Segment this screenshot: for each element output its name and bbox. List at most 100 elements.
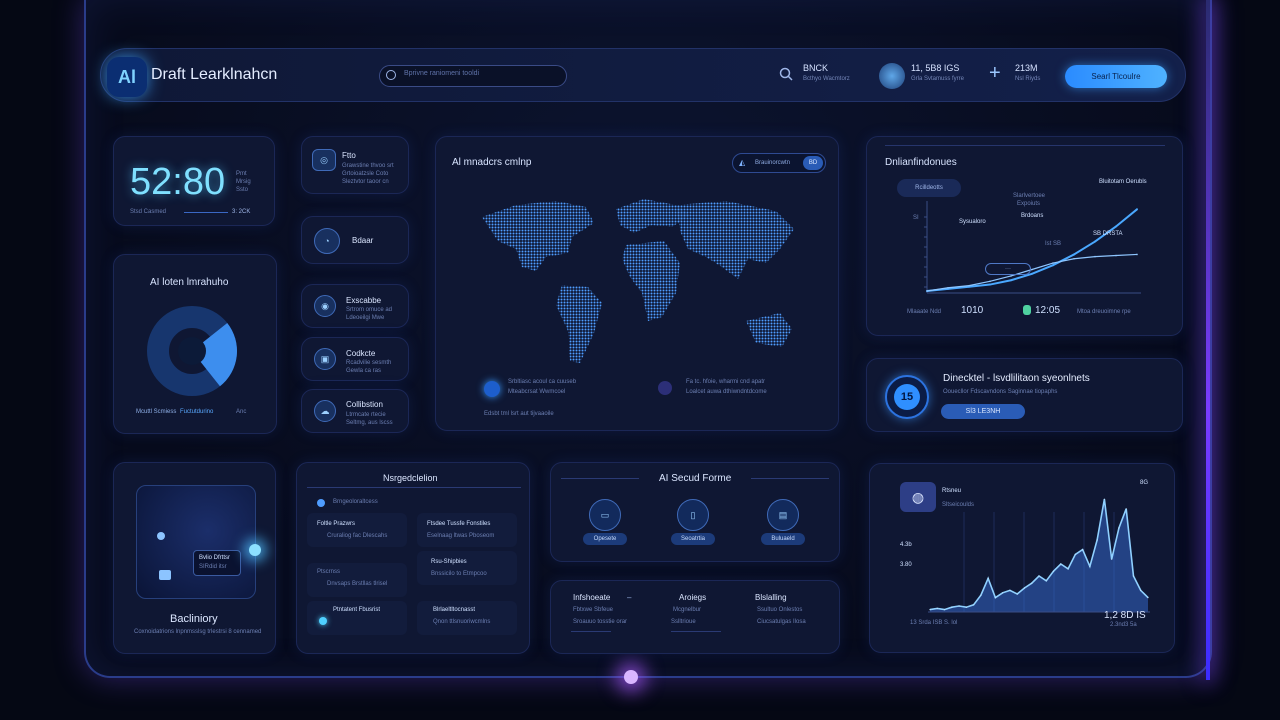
map-note: Mteabcrsat Wwmcoel — [508, 389, 566, 395]
app-logo-icon[interactable]: Al — [107, 57, 147, 97]
area-value: 1,2 8D IS — [1104, 610, 1146, 621]
y-tick: 3.80 — [900, 562, 912, 568]
nav-tile-title: Ptntatent Fbusrist — [333, 607, 381, 613]
badge-ring: 15 — [885, 375, 929, 419]
notice-card: 15 Dinecktel - lsvdlilitaon syeonlnets O… — [866, 358, 1183, 432]
menu-item-4-line: Gewla ca ras — [346, 368, 382, 374]
nav-tile[interactable]: Ftsdee Tussfe Fonstiles Eselnaag ltwas P… — [417, 513, 517, 547]
line-point — [1073, 253, 1075, 256]
area-point — [1089, 565, 1091, 567]
map-toggle[interactable]: ◭ Brauinorcwtn BD — [732, 153, 826, 173]
navigation-title: Nsrgedclelion — [383, 473, 438, 483]
nav-tile-sub: Cruraliog fac Dlescahs — [327, 533, 388, 539]
map-note: Edsbt tml lsrt aut tijvaaoile — [484, 411, 554, 417]
search-input[interactable]: Bprivne raniomeni tooldi — [379, 65, 567, 87]
menu-item-1-line: Grtoioatzsle Coto — [342, 171, 389, 177]
clock-side-1: Pmt — [236, 171, 247, 177]
dot-icon — [317, 499, 325, 507]
nav-tile-sub: Qnon ttlsnuoriwcmlns — [433, 619, 491, 625]
chevron-down-icon[interactable]: – — [627, 593, 631, 602]
donut-legend-1: Mcuttl Scmiess — [136, 409, 177, 415]
area-value-sub: 2.3nd3 5a — [1110, 622, 1137, 628]
area-point — [1067, 568, 1069, 570]
node-icon — [159, 570, 171, 580]
chat-box-icon[interactable]: ▤ — [767, 499, 799, 531]
chart-foot: Mlaaate Ndd — [907, 309, 942, 315]
area-point — [965, 606, 967, 608]
clock-side-3: Ssto — [236, 187, 249, 193]
nav-tile-sub: Bnssicilo to Etmpcoo — [431, 571, 487, 577]
menu-item-2[interactable]: ◔ Bdaar — [301, 216, 409, 264]
line-point — [1052, 262, 1054, 264]
divider — [184, 212, 228, 213]
plus-icon[interactable]: + — [989, 63, 1001, 83]
nav-item[interactable]: Brngeoloraltcess — [333, 499, 378, 505]
divider — [571, 631, 611, 632]
area-point — [1023, 587, 1026, 589]
area-point — [929, 609, 931, 611]
nav-tile-title: Ptscrnss — [317, 569, 341, 575]
menu-item-5[interactable]: ☁ Collibstion Ltrmcate rtecie Seltmg, au… — [301, 389, 409, 433]
top-header: Al Draft Learklnahcn Bprivne raniomeni t… — [100, 48, 1186, 102]
nav-tile[interactable]: Rsu-Shipbies Bnssicilo to Etmpcoo — [417, 551, 517, 585]
area-point — [1002, 592, 1004, 594]
tool-button[interactable]: Buluaeld — [761, 533, 805, 545]
chart-label: Bluitotam Oerubls — [1099, 179, 1147, 185]
line-point — [926, 290, 928, 292]
nav-tile[interactable]: Blrlaeltltocnasst Qnon ttlsnuoriwcmlns — [417, 601, 517, 635]
line-point — [1073, 257, 1075, 260]
header-action-button[interactable]: Searl Tlcoulre — [1065, 65, 1167, 88]
filter-chip[interactable]: Rcilldeotts — [897, 179, 961, 197]
area-point — [1111, 558, 1113, 560]
nav-tile[interactable]: Foltle Prazwrs Cruraliog fac Dlescahs — [307, 513, 407, 547]
divider — [307, 487, 521, 488]
menu-item-4[interactable]: ▣ Codkcte Rcadvilie sesmth Gewla ca ras — [301, 337, 409, 381]
tool-button[interactable]: Opesete — [583, 533, 627, 545]
chart-label: Ist SB — [1045, 241, 1062, 247]
user-avatar[interactable] — [879, 63, 905, 89]
menu-item-4-line: Rcadvilie sesmth — [346, 360, 392, 366]
table-header: Infshoeate — [573, 593, 611, 602]
world-map — [482, 199, 794, 363]
table-cell: Sroauuo tosstie orar — [573, 619, 628, 625]
world-map-card: Al mnadcrs cmlnp ◭ Brauinorcwtn BD Srblt… — [435, 136, 839, 431]
table-card: Infshoeate – Aroiegs Blslalling Fbtxwe S… — [550, 580, 840, 654]
notice-badge: 15 — [894, 384, 920, 410]
area-point — [994, 597, 996, 599]
pin-icon[interactable] — [658, 381, 672, 395]
nav-tile[interactable]: Ptscrnss Dnvsaps Brstllas tlrisel — [307, 563, 407, 597]
chart-label: Slarlvertoee — [1013, 193, 1046, 199]
line-point — [1031, 272, 1033, 275]
tool-button[interactable]: Seoatrtia — [671, 533, 715, 545]
menu-item-5-title: Collibstion — [346, 400, 383, 409]
donut-title: AI loten lmrahuho — [150, 277, 229, 288]
menu-item-3[interactable]: ◉ Exscabbe Srtrom omuce ad Ldeoeilgi Mwe — [301, 284, 409, 328]
donut-legend-2: Fuctutdurino — [180, 409, 214, 415]
notice-button[interactable]: Sl3 LE3NH — [941, 404, 1025, 419]
line-chart-card: Dnlianfindonues Rcilldeotts Slarlvertoee… — [866, 136, 1183, 336]
menu-item-1[interactable]: ◎ Ftto Grawstine thvoo srt Grtoioatzsle … — [301, 136, 409, 194]
menu-item-1-line: Sleztvtor taoor cn — [342, 179, 389, 185]
lock-icon: ▣ — [314, 348, 336, 370]
laptop-icon[interactable]: ▭ — [589, 499, 621, 531]
table-header: Aroiegs — [679, 593, 707, 602]
chart-label: SI — [913, 215, 919, 221]
chart-label: SB DRSTA — [1093, 231, 1123, 237]
nav-tile[interactable]: Ptntatent Fbusrist — [307, 601, 407, 635]
line-point — [989, 280, 991, 283]
bottom-glow-dot — [624, 670, 638, 684]
chart-tooltip: ··· — [985, 263, 1031, 275]
navigation-card: Nsrgedclelion Brngeoloraltcess Foltle Pr… — [296, 462, 530, 654]
tools-title: AI Secud Forme — [659, 473, 732, 484]
area-point — [1118, 527, 1120, 529]
search-icon[interactable] — [779, 67, 793, 81]
phone-icon[interactable]: ▯ — [677, 499, 709, 531]
node-popup: Bvlio Dfrttsr SIRdid itsr — [193, 550, 241, 576]
clock-time: 52:80 — [130, 161, 226, 203]
pin-icon[interactable] — [484, 381, 500, 397]
tools-card: AI Secud Forme ▭ Opesete ▯ Seoatrtia ▤ B… — [550, 462, 840, 562]
menu-item-2-title: Bdaar — [352, 236, 374, 245]
menu-item-3-line: Ldeoeilgi Mwe — [346, 315, 385, 321]
map-note: Loalcet auwa dthiwndntdcome — [686, 389, 767, 395]
nav-tile-title: Rsu-Shipbies — [431, 559, 467, 565]
